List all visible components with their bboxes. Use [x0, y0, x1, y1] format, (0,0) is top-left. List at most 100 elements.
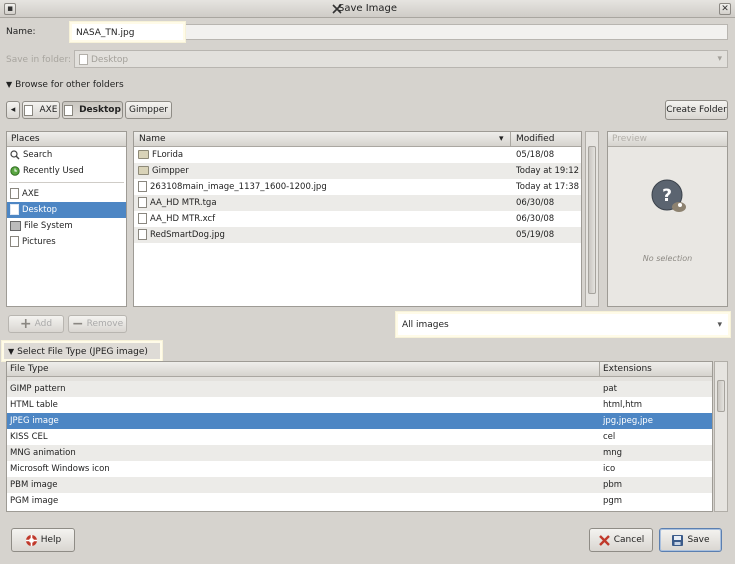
col-separator — [510, 132, 511, 146]
remove-bookmark-button[interactable]: − Remove — [68, 315, 127, 333]
places-item-recently-used[interactable]: Recently Used — [7, 163, 126, 179]
file-name: RedSmartDog.jpg — [150, 230, 225, 240]
file-row[interactable]: RedSmartDog.jpg 05/19/08 — [134, 227, 581, 243]
remove-label: Remove — [86, 319, 124, 329]
close-icon[interactable]: ✕ — [719, 3, 731, 15]
file-modified: Today at 17:38 — [516, 182, 580, 192]
save-in-label: Save in folder: — [6, 55, 72, 65]
browse-expander[interactable]: ▼ Browse for other folders — [6, 80, 124, 90]
scrollbar-thumb[interactable] — [717, 380, 725, 412]
help-button[interactable]: Help — [11, 528, 75, 552]
places-item-file-system[interactable]: File System — [7, 218, 126, 234]
chevron-down-icon: ▾ — [717, 54, 722, 64]
col-modified-header[interactable]: Modified — [516, 132, 554, 146]
file-type-name: PGM image — [10, 496, 59, 506]
places-item-pictures[interactable]: Pictures — [7, 234, 126, 250]
file-name: AA_HD MTR.tga — [150, 198, 217, 208]
file-modified: 06/30/08 — [516, 198, 555, 208]
file-type-ext: pgm — [603, 496, 623, 506]
col-extensions-header[interactable]: Extensions — [603, 362, 652, 376]
preview-panel: Preview ? No selection — [607, 131, 728, 307]
file-row[interactable]: Gimpper Today at 19:12 — [134, 163, 581, 179]
drive-icon — [10, 220, 21, 231]
path-button-axe[interactable]: AXE — [22, 101, 60, 119]
col-file-type-header[interactable]: File Type — [10, 362, 49, 376]
file-type-name: KISS CEL — [10, 432, 48, 442]
home-icon — [10, 188, 19, 199]
cancel-icon — [598, 534, 610, 546]
file-type-row[interactable]: MNG animation mng — [7, 445, 712, 461]
file-name: AA_HD MTR.xcf — [150, 214, 216, 224]
places-item-label: Desktop — [22, 205, 58, 215]
file-row[interactable]: FLorida 05/18/08 — [134, 147, 581, 163]
save-in-value: Desktop — [91, 55, 129, 65]
file-type-name: JPEG image — [10, 416, 59, 426]
folder-icon — [138, 150, 149, 159]
file-row[interactable]: AA_HD MTR.tga 06/30/08 — [134, 195, 581, 211]
preview-empty-text: No selection — [642, 254, 693, 263]
col-name-header[interactable]: Name — [139, 132, 166, 146]
file-icon — [138, 229, 147, 240]
places-header[interactable]: Places — [7, 132, 126, 147]
file-type-row[interactable]: PBM image pbm — [7, 477, 712, 493]
places-item-axe[interactable]: AXE — [7, 186, 126, 202]
path-button-desktop[interactable]: Desktop — [62, 101, 123, 119]
file-modified: 05/19/08 — [516, 230, 555, 240]
file-type-row[interactable]: PGM image pgm — [7, 493, 712, 509]
create-folder-button[interactable]: Create Folder — [665, 100, 728, 120]
file-modified: 06/30/08 — [516, 214, 555, 224]
file-type-row[interactable]: GIMP pattern pat — [7, 381, 712, 397]
expander-down-icon: ▼ — [6, 80, 13, 89]
file-modified: 05/18/08 — [516, 150, 555, 160]
file-name: FLorida — [152, 150, 184, 160]
help-lifebuoy-icon — [25, 534, 37, 546]
file-type-row[interactable]: Microsoft Windows icon ico — [7, 461, 712, 477]
scrollbar-thumb[interactable] — [588, 146, 596, 294]
file-modified: Today at 19:12 — [516, 166, 580, 176]
file-name: 263108main_image_1137_1600-1200.jpg — [150, 182, 327, 192]
places-item-label: File System — [24, 221, 73, 231]
file-type-ext: html,htm — [603, 400, 643, 410]
cancel-button[interactable]: Cancel — [589, 528, 653, 552]
col-separator — [599, 362, 600, 376]
file-type-row[interactable]: KISS CEL cel — [7, 429, 712, 445]
file-type-name: GIMP pattern — [10, 384, 66, 394]
save-button[interactable]: Save — [659, 528, 722, 552]
name-input[interactable]: NASA_TN.jpg — [70, 22, 185, 42]
file-list-scrollbar[interactable] — [585, 131, 599, 307]
file-row[interactable]: AA_HD MTR.xcf 06/30/08 — [134, 211, 581, 227]
file-type-row[interactable]: HTML table html,htm — [7, 397, 712, 413]
add-bookmark-button[interactable]: + Add — [8, 315, 64, 333]
file-row[interactable]: 263108main_image_1137_1600-1200.jpg Today… — [134, 179, 581, 195]
path-label: Desktop — [79, 105, 121, 115]
desktop-icon — [10, 204, 19, 215]
recent-icon — [10, 165, 20, 176]
places-item-search[interactable]: Search — [7, 147, 126, 163]
file-icon — [138, 213, 147, 224]
folder-icon — [79, 54, 88, 65]
path-button-gimpper[interactable]: Gimpper — [125, 101, 172, 119]
file-type-name: Microsoft Windows icon — [10, 464, 110, 474]
file-type-row[interactable]: JPEG image jpg,jpeg,jpe — [7, 413, 712, 429]
name-field-tail[interactable] — [183, 24, 728, 40]
path-scroll-left-button[interactable]: ◂ — [6, 101, 20, 119]
places-panel: Places Search Recently Used AXE Desktop … — [6, 131, 127, 307]
browse-label: Browse for other folders — [15, 80, 124, 90]
save-label: Save — [687, 535, 710, 545]
expander-down-icon: ▼ — [8, 347, 15, 356]
window-title: Save Image — [337, 3, 398, 14]
file-type-header: File Type Extensions — [7, 362, 712, 377]
add-label: Add — [34, 319, 53, 329]
svg-text:?: ? — [662, 186, 672, 206]
desktop-icon — [64, 104, 74, 116]
file-type-scrollbar[interactable] — [714, 361, 728, 512]
help-label: Help — [40, 535, 62, 545]
filter-combo[interactable]: All images ▾ — [396, 312, 730, 337]
plus-icon: + — [19, 316, 32, 332]
home-icon — [24, 104, 34, 116]
file-type-expander[interactable]: ▼ Select File Type (JPEG image) — [2, 341, 162, 361]
folder-icon — [138, 166, 149, 175]
file-name: Gimpper — [152, 166, 189, 176]
places-item-desktop[interactable]: Desktop — [7, 202, 126, 218]
places-item-label: Pictures — [22, 237, 56, 247]
